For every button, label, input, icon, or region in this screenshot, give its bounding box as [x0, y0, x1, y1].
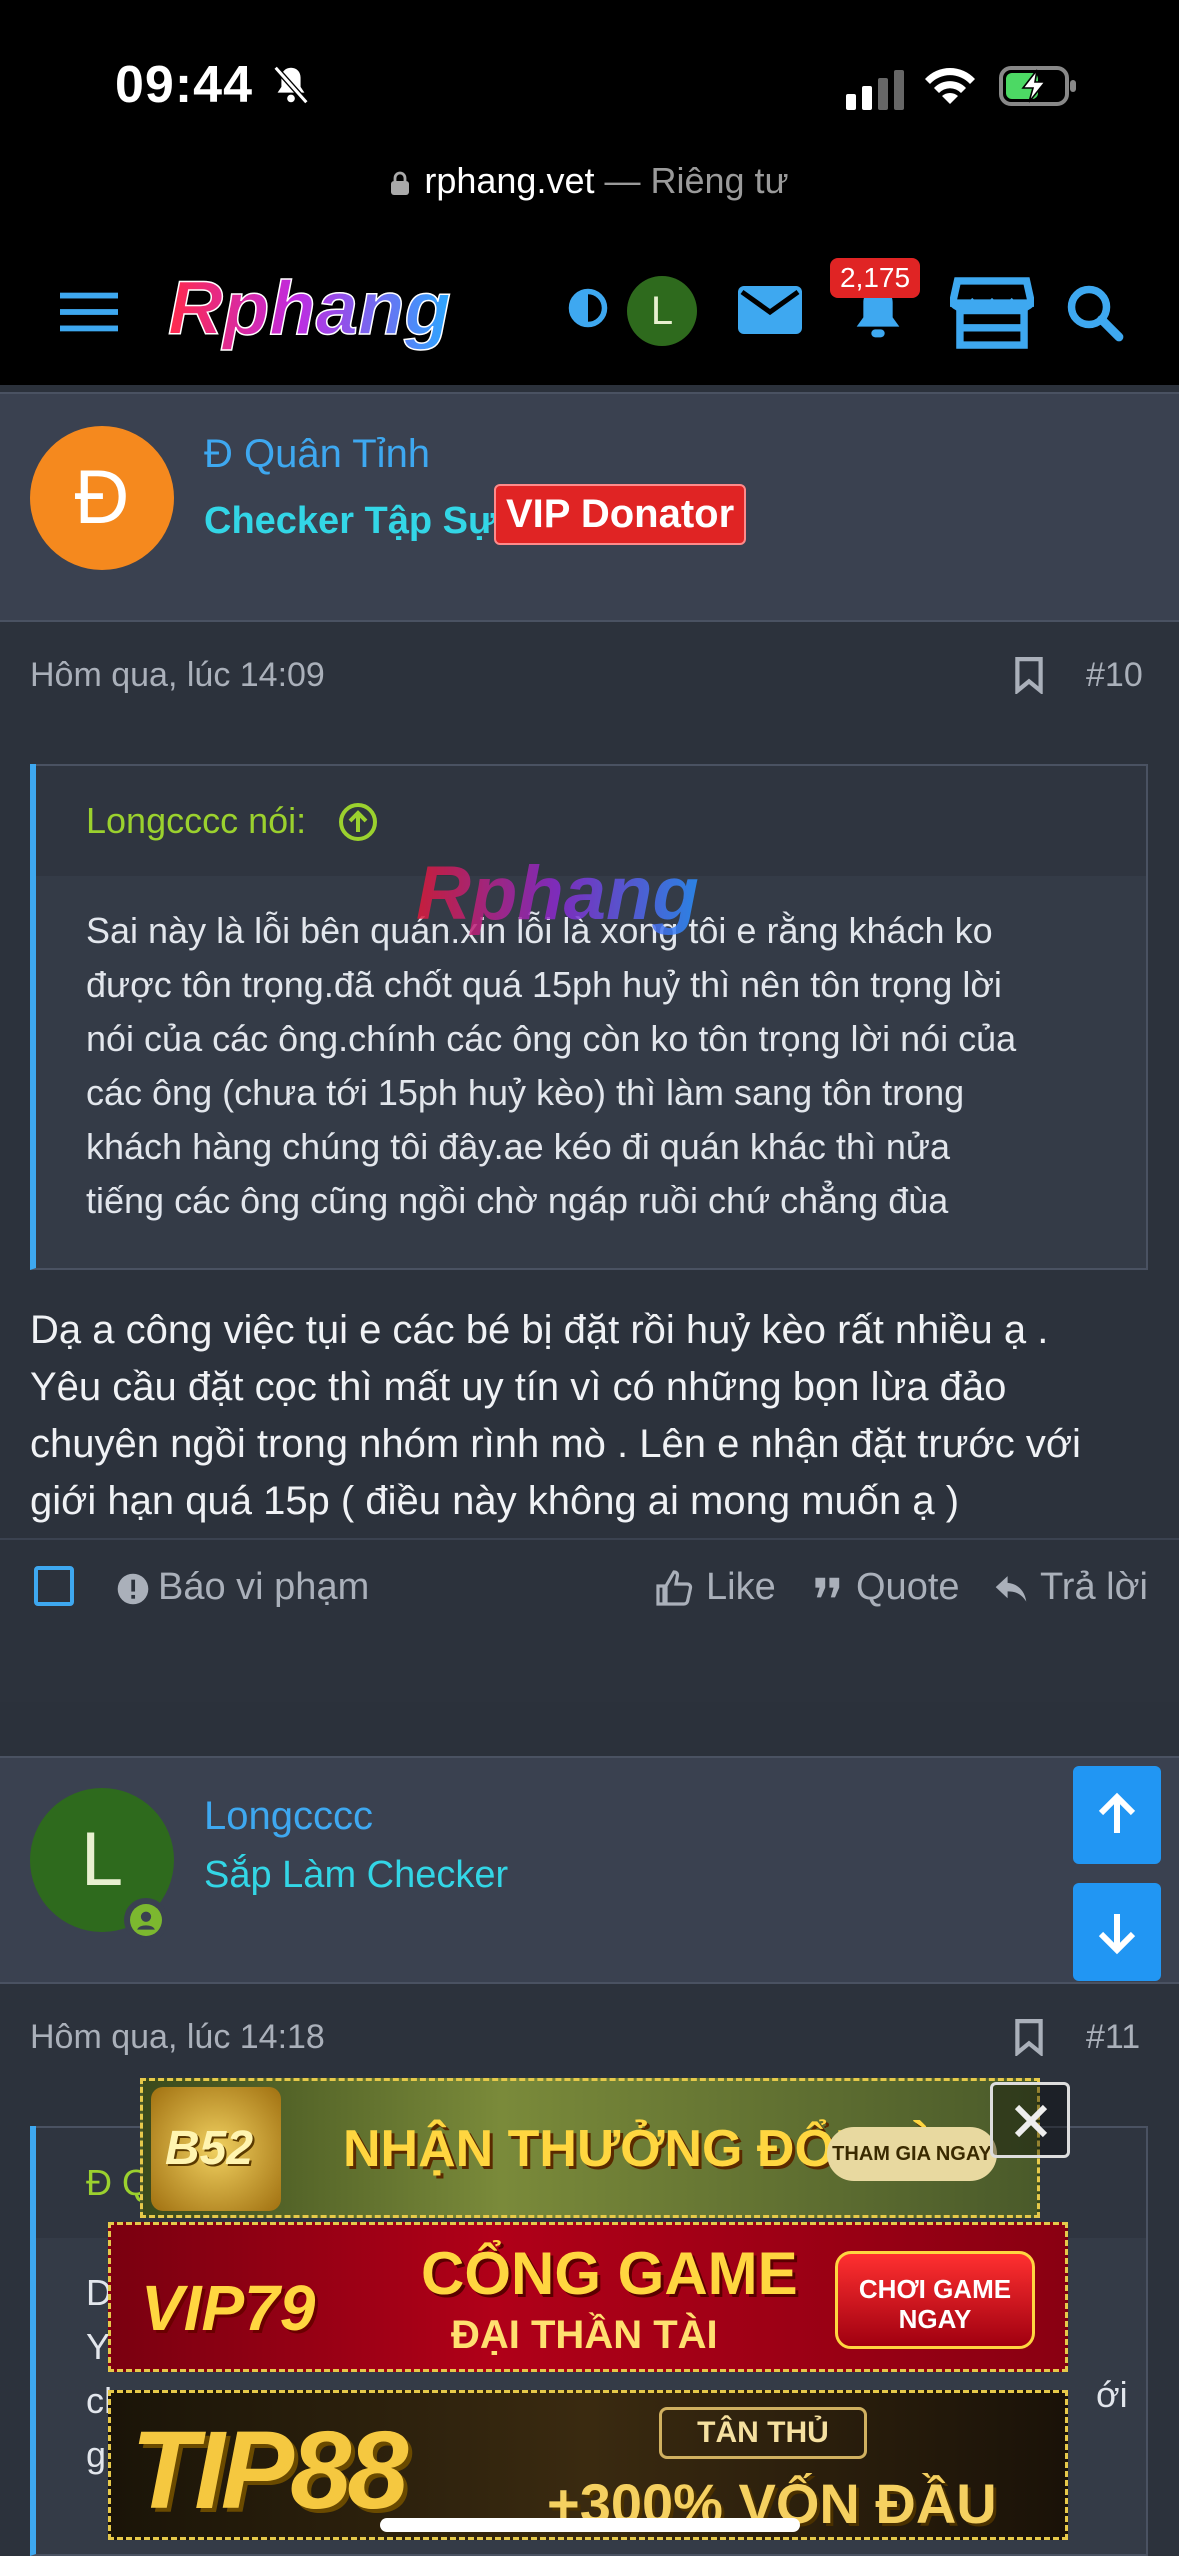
arrow-up-icon — [1098, 1792, 1136, 1833]
quote-line: các ông (chưa tới 15ph huỷ kèo) thì làm … — [86, 1072, 965, 1113]
store-icon[interactable] — [950, 276, 1034, 350]
close-icon — [1014, 2104, 1048, 2138]
post-author-block: L Longcccc Sắp Làm Checker — [0, 1756, 1179, 1984]
user-avatar[interactable]: L — [627, 276, 697, 346]
post-number[interactable]: #11 — [1086, 2018, 1140, 2057]
scroll-bottom-button[interactable] — [1073, 1883, 1161, 1981]
ad-banner-b52[interactable]: B52 NHẬN THƯỞNG ĐỔI ĐỜI THAM GIA NGAY — [140, 2078, 1040, 2218]
site-header: Rphang L 2,175 — [0, 240, 1179, 385]
close-ad-button[interactable] — [990, 2082, 1070, 2158]
vip79-brand: VIP79 — [141, 2272, 316, 2344]
menu-icon[interactable] — [60, 292, 118, 332]
svg-text:Rphang: Rphang — [168, 266, 451, 351]
rphang-watermark: Rphang — [416, 851, 699, 936]
author-title: Sắp Làm Checker — [204, 1854, 509, 1896]
author-name[interactable]: Đ Quân Tỉnh — [204, 432, 430, 477]
vip-donator-badge: VIP Donator — [494, 484, 747, 545]
quote-author[interactable]: Longcccc nói: — [86, 800, 306, 842]
battery-charging-icon — [999, 66, 1076, 106]
quote-icon[interactable] — [814, 1576, 842, 1602]
author-name[interactable]: Longcccc — [204, 1794, 373, 1839]
post-body: Dạ a công việc tụi e các bé bị đặt rồi h… — [30, 1302, 1150, 1530]
status-bar: 09:44 — [0, 0, 1179, 160]
reply-button[interactable]: Trả lời — [1040, 1566, 1148, 1609]
lock-icon — [391, 171, 410, 195]
author-avatar[interactable]: Đ — [30, 426, 174, 570]
address-bar[interactable]: rphang.vet — Riêng tư — [0, 160, 1179, 220]
mail-icon[interactable] — [738, 286, 802, 334]
quote-line: nói của các ông.chính các ông còn ko tôn… — [86, 1018, 1017, 1059]
select-checkbox[interactable] — [34, 1566, 74, 1606]
site-logo[interactable]: Rphang — [162, 260, 522, 360]
quote-block: Longcccc nói: Sai này là lỗi bên quán.xi… — [30, 764, 1148, 1270]
wifi-icon — [925, 68, 975, 104]
vip79-sub: ĐẠI THẦN TÀI — [451, 2313, 718, 2357]
tip88-brand: TIP88 — [131, 2409, 408, 2532]
theme-toggle-icon[interactable] — [566, 286, 610, 330]
notification-count-badge: 2,175 — [830, 258, 921, 298]
post-date[interactable]: Hôm qua, lúc 14:09 — [30, 656, 325, 695]
svg-text:Rphang: Rphang — [416, 851, 699, 936]
quote-line: được tôn trọng.đã chốt quá 15ph huỷ thì … — [86, 964, 1002, 1005]
cellular-signal-icon — [846, 70, 904, 110]
quote-line: khách hàng chúng tôi đây.ae kéo đi quán … — [86, 1126, 951, 1167]
reply-icon[interactable] — [994, 1572, 1028, 1604]
b52-cta[interactable]: THAM GIA NGAY — [827, 2127, 997, 2181]
ad-banner-vip79[interactable]: VIP79 CỔNG GAME ĐẠI THẦN TÀI CHƠI GAME N… — [108, 2222, 1068, 2372]
report-button[interactable]: Báo vi phạm — [158, 1566, 369, 1609]
post-author-block: Đ Đ Quân Tỉnh Checker Tập Sự VIP Donator — [0, 392, 1179, 622]
vip79-cta[interactable]: CHƠI GAME NGAY — [835, 2251, 1035, 2349]
author-title: Checker Tập Sự — [204, 500, 496, 542]
status-time: 09:44 — [115, 56, 253, 114]
body-line: giới hạn quá 15p ( điều này không ai mon… — [30, 1479, 960, 1523]
bookmark-icon[interactable] — [1014, 2018, 1044, 2056]
quote-button[interactable]: Quote — [856, 1566, 960, 1609]
vip79-headline: CỔNG GAME — [421, 2240, 798, 2307]
search-icon[interactable] — [1064, 282, 1124, 342]
scroll-top-button[interactable] — [1073, 1766, 1161, 1864]
post-date[interactable]: Hôm qua, lúc 14:18 — [30, 2018, 325, 2057]
home-indicator[interactable] — [380, 2518, 800, 2532]
body-line: Dạ a công việc tụi e các bé bị đặt rồi h… — [30, 1308, 1049, 1352]
post-actions: Báo vi phạm Like Quote Trả lời — [0, 1538, 1179, 1634]
online-indicator — [124, 1898, 168, 1942]
post-number[interactable]: #10 — [1086, 656, 1143, 695]
warning-icon — [117, 1573, 149, 1605]
quote-line: tiếng các ông cũng ngồi chờ ngáp ruồi ch… — [86, 1180, 949, 1221]
like-icon[interactable] — [654, 1568, 694, 1608]
body-line: chuyên ngồi trong nhóm rình mò . Lên e n… — [30, 1422, 1081, 1466]
post-10: Đ Đ Quân Tỉnh Checker Tập Sự VIP Donator… — [0, 392, 1179, 1702]
bookmark-icon[interactable] — [1014, 656, 1044, 694]
jump-to-quote-icon[interactable] — [338, 802, 378, 842]
arrow-down-icon — [1098, 1914, 1136, 1955]
b52-brand: B52 — [165, 2122, 254, 2175]
silent-mode-icon — [273, 65, 309, 105]
url-domain: rphang.vet — [424, 160, 595, 201]
online-user-icon — [130, 1904, 162, 1936]
url-privacy-label: — Riêng tư — [604, 160, 789, 201]
tip88-tag: TÂN THỦ — [659, 2407, 867, 2459]
body-line: Yêu cầu đặt cọc thì mất uy tín vì có nhữ… — [30, 1365, 1007, 1409]
like-button[interactable]: Like — [706, 1566, 776, 1609]
quote-line-end: ới — [1096, 2374, 1128, 2415]
